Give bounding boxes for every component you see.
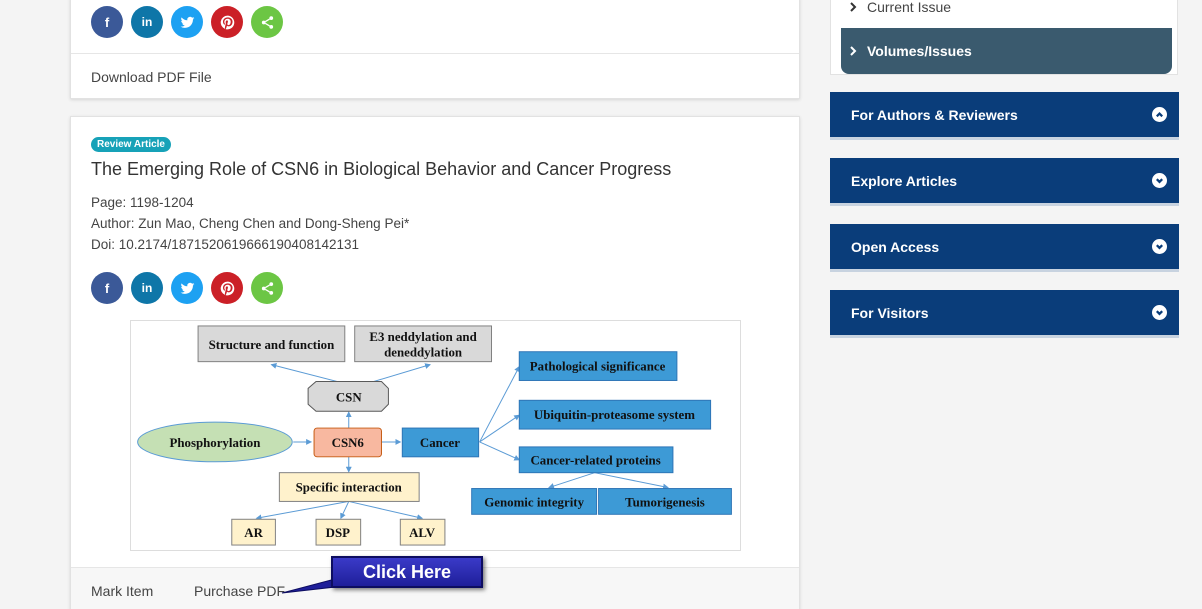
accordion-label: For Authors & Reviewers bbox=[851, 106, 1018, 123]
box-ubiquitin-proteasome: Ubiquitin-proteasome system bbox=[518, 399, 712, 430]
card-divider bbox=[71, 53, 799, 54]
graphical-abstract-diagram: Structure and function E3 neddylation an… bbox=[137, 325, 732, 546]
box-tumorigenesis: Tumorigenesis bbox=[598, 488, 732, 515]
chevron-down-icon bbox=[1152, 239, 1167, 254]
box-genomic-integrity: Genomic integrity bbox=[471, 488, 598, 515]
sidebar-item-label: Current Issue bbox=[867, 0, 952, 15]
box-dsp: DSP bbox=[315, 518, 362, 546]
sidebar-item-label: Volumes/Issues bbox=[867, 43, 972, 59]
chevron-up-icon bbox=[1152, 107, 1167, 122]
chevron-right-icon bbox=[850, 2, 857, 12]
facebook-icon: f bbox=[104, 280, 110, 296]
chevron-down-icon bbox=[1152, 173, 1167, 188]
svg-text:Phosphorylation: Phosphorylation bbox=[169, 436, 260, 450]
box-alv: ALV bbox=[399, 518, 446, 546]
twitter-icon bbox=[180, 282, 194, 294]
pinterest-icon bbox=[220, 281, 234, 295]
svg-text:Specific interaction: Specific interaction bbox=[296, 481, 402, 495]
svg-text:deneddylation: deneddylation bbox=[384, 346, 462, 360]
article-doi: Doi: 10.2174/1871520619666190408142131 bbox=[91, 237, 360, 252]
svg-text:Tumorigenesis: Tumorigenesis bbox=[625, 495, 705, 509]
pinterest-share-button[interactable] bbox=[211, 272, 243, 304]
svg-text:E3 neddylation and: E3 neddylation and bbox=[369, 330, 477, 344]
accordion-open-access[interactable]: Open Access bbox=[830, 224, 1179, 272]
box-pathological-significance: Pathological significance bbox=[518, 351, 678, 381]
article-authors: Author: Zun Mao, Cheng Chen and Dong-She… bbox=[91, 216, 410, 231]
share-row-article: f in bbox=[91, 272, 283, 304]
article-type-badge: Review Article bbox=[91, 137, 171, 152]
share-icon bbox=[261, 281, 273, 295]
svg-text:Pathological significance: Pathological significance bbox=[530, 360, 666, 374]
twitter-share-button[interactable] bbox=[171, 272, 203, 304]
box-specific-interaction: Specific interaction bbox=[278, 472, 420, 502]
facebook-share-button[interactable]: f bbox=[91, 6, 123, 38]
facebook-icon: f bbox=[104, 14, 110, 30]
linkedin-share-button[interactable]: in bbox=[131, 6, 163, 38]
svg-text:DSP: DSP bbox=[326, 526, 350, 540]
chevron-right-icon bbox=[850, 46, 857, 56]
pinterest-share-button[interactable] bbox=[211, 6, 243, 38]
accordion-for-authors-reviewers[interactable]: For Authors & Reviewers bbox=[830, 92, 1179, 140]
box-cancer-related-proteins: Cancer-related proteins bbox=[518, 446, 674, 474]
article-card: Review Article The Emerging Role of CSN6… bbox=[70, 116, 800, 609]
box-structure-function: Structure and function bbox=[197, 325, 346, 363]
linkedin-icon: in bbox=[141, 281, 153, 295]
facebook-share-button[interactable]: f bbox=[91, 272, 123, 304]
sidebar-item-volumes-issues[interactable]: Volumes/Issues bbox=[841, 28, 1172, 74]
mark-item-link[interactable]: Mark Item bbox=[91, 583, 153, 599]
click-here-callout[interactable]: Click Here bbox=[331, 556, 483, 588]
chevron-down-icon bbox=[1152, 305, 1167, 320]
svg-text:Cancer-related proteins: Cancer-related proteins bbox=[530, 454, 660, 468]
accordion-label: For Visitors bbox=[851, 304, 929, 321]
purchase-pdf-link[interactable]: Purchase PDF bbox=[194, 583, 285, 599]
box-ar: AR bbox=[231, 518, 276, 546]
box-cancer: Cancer bbox=[401, 427, 480, 458]
svg-text:Structure and function: Structure and function bbox=[209, 338, 335, 352]
svg-text:Cancer: Cancer bbox=[420, 436, 460, 450]
graphical-abstract[interactable]: Structure and function E3 neddylation an… bbox=[130, 320, 741, 551]
sidebar-item-current-issue[interactable]: Current Issue bbox=[849, 0, 951, 15]
previous-article-card: f in Download PDF File bbox=[70, 0, 800, 99]
article-title[interactable]: The Emerging Role of CSN6 in Biological … bbox=[91, 159, 671, 180]
svg-text:AR: AR bbox=[244, 526, 263, 540]
svg-text:CSN6: CSN6 bbox=[332, 436, 365, 450]
share-button[interactable] bbox=[251, 6, 283, 38]
linkedin-share-button[interactable]: in bbox=[131, 272, 163, 304]
accordion-label: Open Access bbox=[851, 238, 940, 255]
twitter-icon bbox=[180, 16, 194, 28]
box-csn6: CSN6 bbox=[313, 427, 382, 458]
accordion-explore-articles[interactable]: Explore Articles bbox=[830, 158, 1179, 206]
svg-text:Genomic integrity: Genomic integrity bbox=[484, 495, 584, 509]
svg-text:Ubiquitin-proteasome system: Ubiquitin-proteasome system bbox=[534, 408, 695, 422]
twitter-share-button[interactable] bbox=[171, 6, 203, 38]
accordion-label: Explore Articles bbox=[851, 172, 958, 189]
svg-text:ALV: ALV bbox=[409, 526, 436, 540]
share-icon bbox=[261, 15, 273, 29]
ellipse-phosphorylation: Phosphorylation bbox=[137, 421, 293, 463]
article-pages: Page: 1198-1204 bbox=[91, 195, 194, 210]
pinterest-icon bbox=[220, 15, 234, 29]
accordion-for-visitors[interactable]: For Visitors bbox=[830, 290, 1179, 338]
box-e3-neddylation: E3 neddylation and deneddylation bbox=[354, 325, 493, 363]
download-pdf-link[interactable]: Download PDF File bbox=[91, 69, 212, 85]
box-csn: CSN bbox=[307, 380, 389, 412]
share-button[interactable] bbox=[251, 272, 283, 304]
linkedin-icon: in bbox=[141, 15, 153, 29]
svg-text:CSN: CSN bbox=[336, 390, 362, 404]
share-row-previous: f in bbox=[91, 6, 283, 38]
sidebar-issue-menu: Current Issue Volumes/Issues bbox=[830, 0, 1178, 75]
